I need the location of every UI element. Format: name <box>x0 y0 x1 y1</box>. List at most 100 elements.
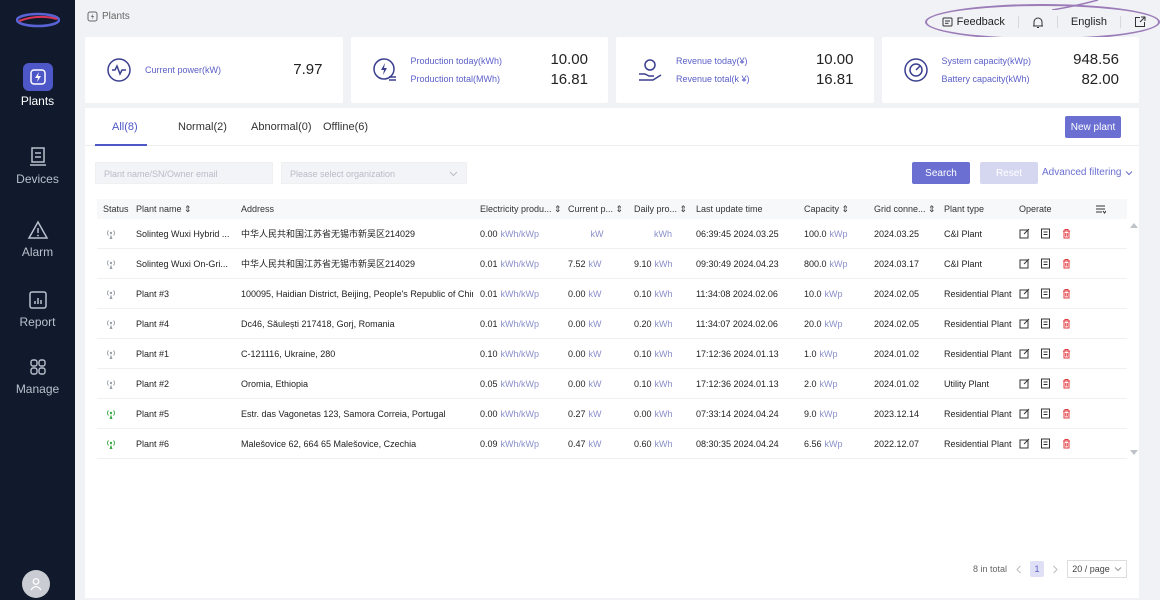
edit-icon[interactable] <box>1019 438 1030 449</box>
app-logo[interactable] <box>16 12 60 28</box>
nav-devices[interactable]: Devices <box>0 145 75 186</box>
last-update-time: 11:34:07 2024.02.06 <box>696 318 778 329</box>
col-electricity[interactable]: Electricity produ... ⇕ <box>480 199 562 219</box>
advanced-filtering-link[interactable]: Advanced filtering <box>1042 167 1133 178</box>
edit-icon[interactable] <box>1019 258 1030 269</box>
tab-normal[interactable]: Normal(2) <box>178 121 227 133</box>
col-grid-connection[interactable]: Grid conne... ⇕ <box>874 199 936 219</box>
delete-icon[interactable] <box>1061 318 1072 329</box>
table-row[interactable]: Plant #3 100095, Haidian District, Beijin… <box>97 279 1127 309</box>
new-plant-button[interactable]: New plant <box>1065 116 1121 138</box>
row-operations <box>1019 249 1072 278</box>
edit-icon[interactable] <box>1019 348 1030 359</box>
lightning-icon <box>371 56 399 84</box>
bell-icon[interactable] <box>1032 16 1044 29</box>
col-daily-production[interactable]: Daily pro... ⇕ <box>634 199 687 219</box>
col-last-update: Last update time <box>696 204 763 214</box>
plant-name[interactable]: Plant #3 <box>136 279 236 308</box>
nav-label: Manage <box>15 382 60 396</box>
device-icon <box>26 145 50 169</box>
table-row[interactable]: Plant #2 Oromia, Ethiopia 0.05 kWh/kWp 0.00 k… <box>97 369 1127 399</box>
organization-select[interactable]: Please select organization <box>281 162 467 184</box>
edit-icon[interactable] <box>1019 408 1030 419</box>
col-current-power[interactable]: Current p... ⇕ <box>568 199 623 219</box>
row-operations <box>1019 369 1072 398</box>
plant-name[interactable]: Solinteg Wuxi Hybrid ... <box>136 219 236 248</box>
plants-table: Status Plant name ⇕ Address Electricity … <box>97 199 1138 459</box>
tab-all[interactable]: All(8) <box>112 121 138 133</box>
col-plant-name[interactable]: Plant name ⇕ <box>136 199 192 219</box>
delete-icon[interactable] <box>1061 348 1072 359</box>
col-address: Address <box>241 204 275 214</box>
chevron-right-icon[interactable] <box>1052 565 1059 574</box>
table-row[interactable]: Solinteg Wuxi On-Gri... 中华人民共和国江苏省无锡市新吴区2… <box>97 249 1127 279</box>
row-operations <box>1019 429 1072 458</box>
report-icon[interactable] <box>1040 408 1051 419</box>
page-1-button[interactable]: 1 <box>1030 561 1044 577</box>
edit-icon[interactable] <box>1019 318 1030 329</box>
plant-name[interactable]: Plant #2 <box>136 369 236 398</box>
report-icon[interactable] <box>1040 258 1051 269</box>
electricity-production: 0.01 kWh/kWp <box>480 318 540 329</box>
reset-button[interactable]: Reset <box>980 162 1038 184</box>
delete-icon[interactable] <box>1061 408 1072 419</box>
column-settings-icon[interactable] <box>1095 199 1106 219</box>
report-icon[interactable] <box>1040 438 1051 449</box>
edit-icon[interactable] <box>1019 288 1030 299</box>
delete-icon[interactable] <box>1061 288 1072 299</box>
feedback-button[interactable]: Feedback <box>942 16 1005 28</box>
sys-cap-value: 948.56 <box>1073 51 1119 68</box>
external-link-icon[interactable] <box>1134 16 1146 28</box>
table-row[interactable]: Plant #1 C-121116, Ukraine, 280 0.10 kWh/kW… <box>97 339 1127 369</box>
report-icon[interactable] <box>1040 318 1051 329</box>
plant-name[interactable]: Plant #6 <box>136 429 236 458</box>
nav-manage[interactable]: Manage <box>0 355 75 396</box>
plant-address: 100095, Haidian District, Beijing, Peopl… <box>241 288 473 299</box>
edit-icon[interactable] <box>1019 378 1030 389</box>
table-row[interactable]: Plant #5 Estr. das Vagonetas 123, Samora … <box>97 399 1127 429</box>
grid-connection-date: 2024.02.05 <box>874 288 920 299</box>
tab-abnormal[interactable]: Abnormal(0) <box>251 121 312 133</box>
table-row[interactable]: Plant #4 Dc46, Săulești 217418, Gorj, Rom… <box>97 309 1127 339</box>
report-icon[interactable] <box>1040 348 1051 359</box>
report-icon[interactable] <box>1040 378 1051 389</box>
page-size-select[interactable]: 20 / page <box>1067 560 1127 578</box>
prod-today-label: Production today(kWh) <box>410 56 503 66</box>
plant-name[interactable]: Solinteg Wuxi On-Gri... <box>136 249 236 278</box>
last-update-time: 08:30:35 2024.04.24 <box>696 438 779 449</box>
signal-status-icon <box>105 339 117 368</box>
delete-icon[interactable] <box>1061 438 1072 449</box>
plant-name[interactable]: Plant #1 <box>136 339 236 368</box>
avatar[interactable] <box>22 570 50 598</box>
search-input[interactable]: Plant name/SN/Owner email <box>95 162 273 184</box>
divider <box>1017 16 1019 28</box>
daily-production: 0.10 kWh <box>634 288 673 299</box>
vertical-scrollbar[interactable] <box>1127 219 1141 459</box>
nav-label: Devices <box>16 172 59 186</box>
table-row[interactable]: Solinteg Wuxi Hybrid ... 中华人民共和国江苏省无锡市新吴区… <box>97 219 1127 249</box>
rev-today-label: Revenue today(¥) <box>676 56 748 66</box>
production-card: Production today(kWh) Production total(MW… <box>350 37 608 103</box>
tab-offline[interactable]: Offline(6) <box>323 121 368 133</box>
report-icon[interactable] <box>1040 228 1051 239</box>
delete-icon[interactable] <box>1061 228 1072 239</box>
col-capacity[interactable]: Capacity ⇕ <box>804 199 849 219</box>
plant-name[interactable]: Plant #4 <box>136 309 236 338</box>
delete-icon[interactable] <box>1061 258 1072 269</box>
electricity-production: 0.05 kWh/kWp <box>480 378 540 389</box>
bat-cap-value: 82.00 <box>1081 71 1119 88</box>
nav-report[interactable]: Report <box>0 288 75 329</box>
search-button[interactable]: Search <box>912 162 970 184</box>
nav-alarm[interactable]: Alarm <box>0 218 75 259</box>
report-icon[interactable] <box>1040 288 1051 299</box>
current-power-label: Current power(kW) <box>145 65 222 75</box>
electricity-production: 0.10 kWh/kWp <box>480 348 540 359</box>
language-select[interactable]: English <box>1071 16 1107 28</box>
delete-icon[interactable] <box>1061 378 1072 389</box>
nav-plants[interactable]: Plants <box>0 63 75 108</box>
edit-icon[interactable] <box>1019 228 1030 239</box>
chevron-left-icon[interactable] <box>1015 565 1022 574</box>
current-power: 0.00 kW <box>568 318 602 329</box>
table-row[interactable]: Plant #6 Malešovice 62, 664 65 Malešovice… <box>97 429 1127 459</box>
plant-name[interactable]: Plant #5 <box>136 399 236 428</box>
